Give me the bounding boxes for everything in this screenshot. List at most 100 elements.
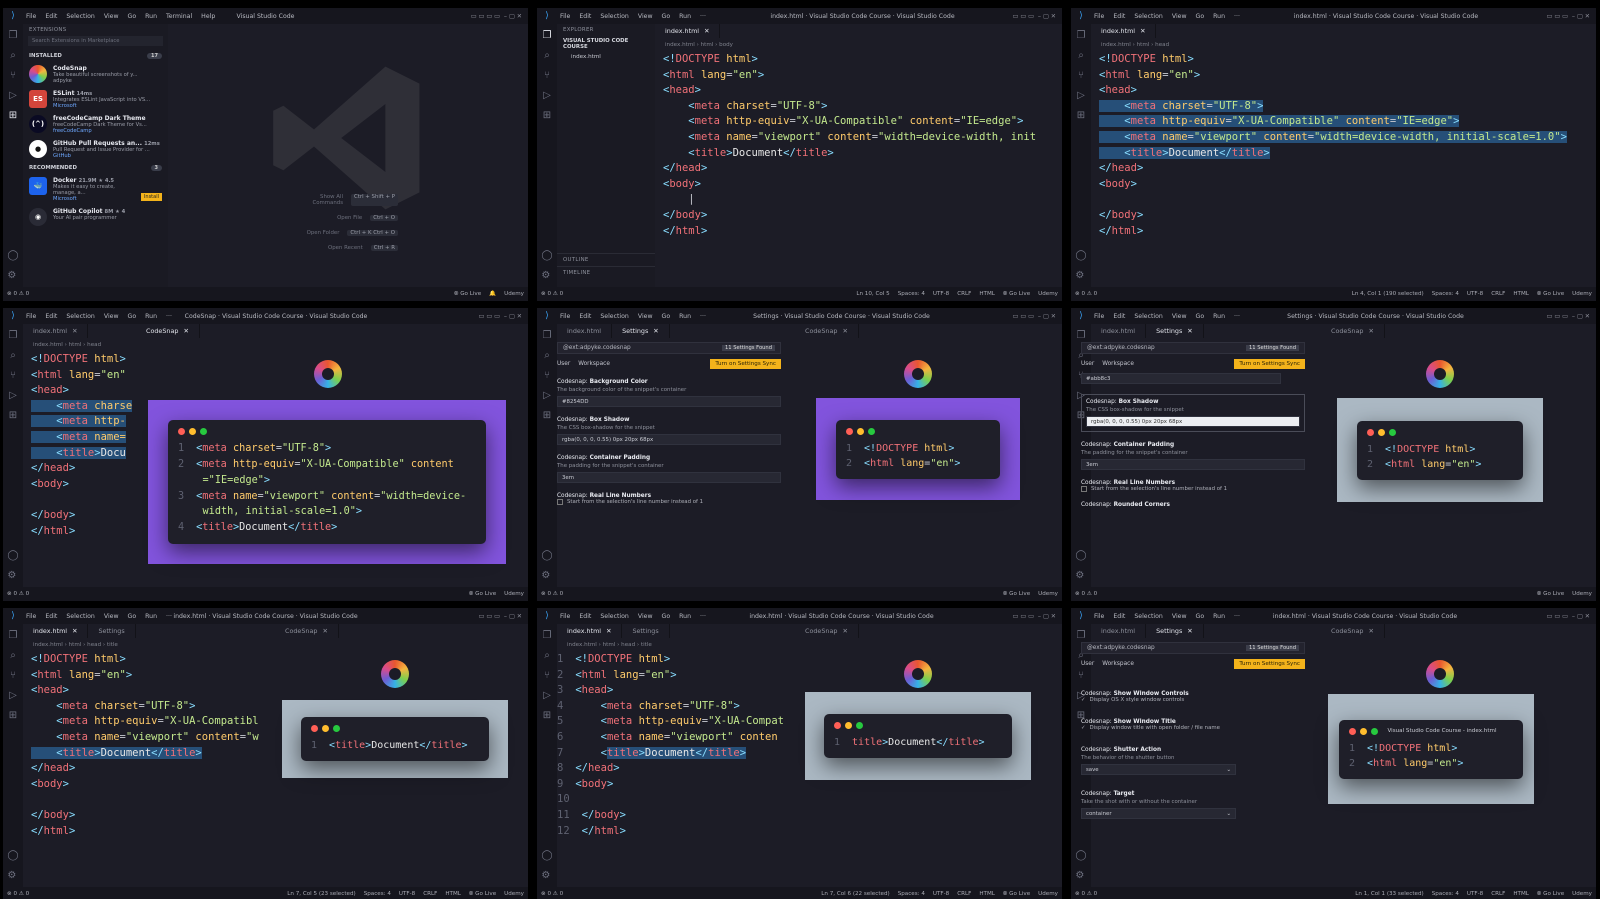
problems-count[interactable]: ⊗ 0 ⚠ 0 [541,291,856,297]
menu-run[interactable]: Run [679,613,691,620]
explorer-icon[interactable]: ❐ [1077,630,1086,641]
extensions-icon[interactable]: ⊞ [9,710,17,721]
explorer-icon[interactable]: ❐ [543,330,552,341]
menu-run[interactable]: Run [145,313,157,320]
tab-index[interactable]: index.html ✕ [23,324,89,338]
shortcut-row[interactable]: Open File Ctrl + O [303,215,398,221]
menu-selection[interactable]: Selection [600,613,629,620]
problems-count[interactable]: ⊗ 0 ⚠ 0 [541,591,1003,597]
explorer-icon[interactable]: ❐ [1077,330,1086,341]
go-live-button[interactable]: ⦾ Go Live [469,891,496,898]
menu-run[interactable]: Run [145,13,157,20]
close-icon[interactable]: ✕ [183,327,188,335]
menu-run[interactable]: Run [145,613,157,620]
explorer-icon[interactable]: ❐ [9,330,18,341]
settings-search-input[interactable]: @ext:adpyke.codesnap 11 Settings Found [1081,642,1305,654]
problems-count[interactable]: ⊗ 0 ⚠ 0 [7,591,469,597]
go-live-button[interactable]: ⦾ Go Live [469,591,496,598]
indent-setting[interactable]: Spaces: 4 [1432,891,1459,898]
go-live-button[interactable]: ⦾ Go Live [1003,891,1030,898]
menu-run[interactable]: Run [1213,613,1225,620]
close-icon[interactable]: ✕ [1187,327,1192,335]
source-control-icon[interactable]: ⑂ [10,670,16,681]
menu-edit[interactable]: Edit [1113,13,1125,20]
menu-selection[interactable]: Selection [1134,613,1163,620]
tab-settings[interactable]: Settings [88,624,136,638]
indent-setting[interactable]: Spaces: 4 [898,291,925,298]
go-live-button[interactable]: ⦾ Go Live [1537,891,1564,898]
window-controls[interactable]: ▭ ▭ ▭ – ▢ ✕ [1547,13,1590,20]
problems-count[interactable]: ⊗ 0 ⚠ 0 [7,891,287,897]
explorer-icon[interactable]: ❐ [543,30,552,41]
checkbox-checked-icon[interactable]: ✓ [1081,725,1086,731]
menu-file[interactable]: File [1094,313,1104,320]
file-item[interactable]: index.html [557,52,655,62]
tab-settings[interactable]: Settings ✕ [1146,624,1204,638]
setting-select[interactable]: container ⌄ [1081,808,1236,819]
timeline-section[interactable]: TIMELINE [557,266,655,279]
extension-item[interactable]: ◉ GitHub Copilot 8M ★ 4 Your AI pair prog… [23,205,168,229]
menu-go[interactable]: Go [1196,613,1205,620]
menu-view[interactable]: View [104,613,119,620]
setting-input[interactable]: 3em [557,472,781,483]
window-controls[interactable]: ▭ ▭ ▭ – ▢ ✕ [1547,313,1590,320]
menu-go[interactable]: Go [662,613,671,620]
source-control-icon[interactable]: ⑂ [544,370,550,381]
menu-view[interactable]: View [104,313,119,320]
account-icon[interactable]: ◯ [541,550,552,561]
close-icon[interactable]: ✕ [1368,627,1373,635]
setting-checkbox[interactable] [557,499,563,505]
settings-search-input[interactable]: @ext:adpyke.codesnap 11 Settings Found [557,342,781,354]
extensions-icon[interactable]: ⊞ [543,410,551,421]
shutter-icon[interactable] [904,360,932,388]
menu-view[interactable]: View [638,613,653,620]
search-icon[interactable]: ⌕ [544,650,550,661]
menu-file[interactable]: File [26,313,36,320]
code-editor[interactable]: <!DOCTYPE html> <html lang="en"> <head> … [31,652,269,839]
menu-more[interactable]: ··· [1234,13,1240,20]
tab-index[interactable]: index.html ✕ [1091,24,1157,38]
menu-view[interactable]: View [1172,13,1187,20]
menu-file[interactable]: File [1094,613,1104,620]
setting-checkbox[interactable] [1081,486,1087,492]
encoding[interactable]: UTF-8 [933,291,949,298]
bell-icon[interactable]: 🔔 [489,291,496,298]
close-icon[interactable]: ✕ [606,627,611,635]
menu-more[interactable]: ··· [166,613,172,620]
shutter-icon[interactable] [904,660,932,688]
setting-input[interactable]: rgba(0, 0, 0, 0.55) 0px 20px 68px [557,434,781,445]
menu-view[interactable]: View [638,313,653,320]
settings-user-tab[interactable]: User [1081,661,1094,667]
source-control-icon[interactable]: ⑂ [544,70,550,81]
menu-more[interactable]: ··· [700,313,706,320]
tab-codesnap[interactable]: CodeSnap ✕ [1321,324,1385,338]
menu-edit[interactable]: Edit [45,613,57,620]
close-icon[interactable]: ✕ [322,627,327,635]
gear-icon[interactable]: ⚙ [7,570,18,581]
tab-codesnap[interactable]: CodeSnap ✕ [1321,624,1385,638]
close-icon[interactable]: ✕ [1140,27,1145,35]
menu-more[interactable]: ··· [166,313,172,320]
settings-user-tab[interactable]: User [557,361,570,367]
menu-go[interactable]: Go [128,13,137,20]
tab-settings[interactable]: Settings ✕ [1146,324,1204,338]
cursor-position[interactable]: Ln 1, Col 1 (33 selected) [1355,891,1423,898]
menu-edit[interactable]: Edit [1113,613,1125,620]
cursor-position[interactable]: Ln 7, Col 5 (23 selected) [287,891,355,898]
run-debug-icon[interactable]: ▷ [9,690,17,701]
language-mode[interactable]: HTML [979,891,995,898]
setting-input[interactable]: #8254DD [557,396,781,407]
encoding[interactable]: UTF-8 [1467,891,1483,898]
extension-item[interactable]: ● GitHub Pull Requests an... 12ms Pull Re… [23,137,168,162]
menu-go[interactable]: Go [128,613,137,620]
menu-selection[interactable]: Selection [600,13,629,20]
menu-selection[interactable]: Selection [600,313,629,320]
source-control-icon[interactable]: ⑂ [1078,70,1084,81]
settings-sync-button[interactable]: Turn on Settings Sync [1234,659,1305,669]
menu-terminal[interactable]: Terminal [166,13,192,20]
window-controls[interactable]: ▭ ▭ ▭ – ▢ ✕ [1547,613,1590,620]
shortcut-row[interactable]: Open Folder Ctrl + K Ctrl + O [303,230,398,236]
account-icon[interactable]: ◯ [541,850,552,861]
menu-edit[interactable]: Edit [45,13,57,20]
gear-icon[interactable]: ⚙ [541,270,552,281]
